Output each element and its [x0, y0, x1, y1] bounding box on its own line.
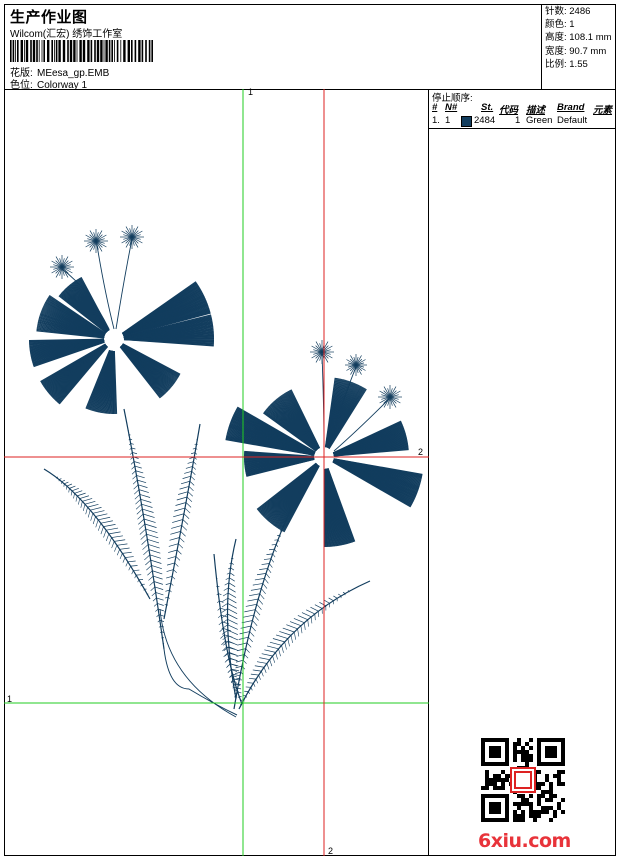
- design-info-box: 针数: 2486 颜色: 1 高度: 108.1 mm 宽度: 90.7 mm …: [541, 4, 616, 89]
- qr-code: [481, 738, 565, 822]
- axis-label-v1: 1: [248, 87, 253, 97]
- design-height: 高度: 108.1 mm: [545, 31, 616, 44]
- design-canvas: 1 2 1 2: [4, 89, 429, 856]
- col-description: 描述: [526, 102, 545, 116]
- stitch-count: 针数: 2486: [545, 5, 616, 18]
- company-name: Wilcom(汇宏) 绣饰工作室: [10, 25, 122, 40]
- row-description: Green: [526, 115, 552, 126]
- axis-label-v2: 2: [328, 846, 333, 856]
- sheet-title: 生产作业图: [10, 6, 88, 27]
- axis-label-h2: 2: [418, 447, 423, 457]
- thread-color-swatch: [461, 116, 472, 127]
- col-element: 元素: [593, 102, 612, 116]
- col-code: 代码: [499, 102, 518, 116]
- col-stitches: St.: [481, 102, 493, 113]
- color-count: 颜色: 1: [545, 18, 616, 31]
- col-brand: Brand: [557, 102, 584, 113]
- row-stitches: 2484: [474, 115, 495, 126]
- stop-sequence-header: # N# St. 代码 描述 Brand 元素: [429, 102, 616, 114]
- stop-sequence-row: 1. 1 2484 1 Green Default: [429, 115, 616, 129]
- design-width: 宽度: 90.7 mm: [545, 45, 616, 58]
- row-code: 1: [515, 115, 520, 126]
- row-needle: 1: [445, 115, 450, 126]
- col-index: #: [432, 102, 437, 113]
- col-needle: N#: [445, 102, 457, 113]
- row-index: 1.: [432, 115, 440, 126]
- design-scale: 比例: 1.55: [545, 58, 616, 71]
- row-brand: Default: [557, 115, 587, 126]
- embroidery-drawing: [4, 89, 429, 856]
- axis-label-h1: 1: [7, 694, 12, 704]
- barcode: [10, 40, 154, 62]
- watermark-logo: 6xiu.com: [478, 830, 571, 852]
- sheet-header: 生产作业图 Wilcom(汇宏) 绣饰工作室 花版:MEesa_gp.EMB 色…: [4, 4, 616, 90]
